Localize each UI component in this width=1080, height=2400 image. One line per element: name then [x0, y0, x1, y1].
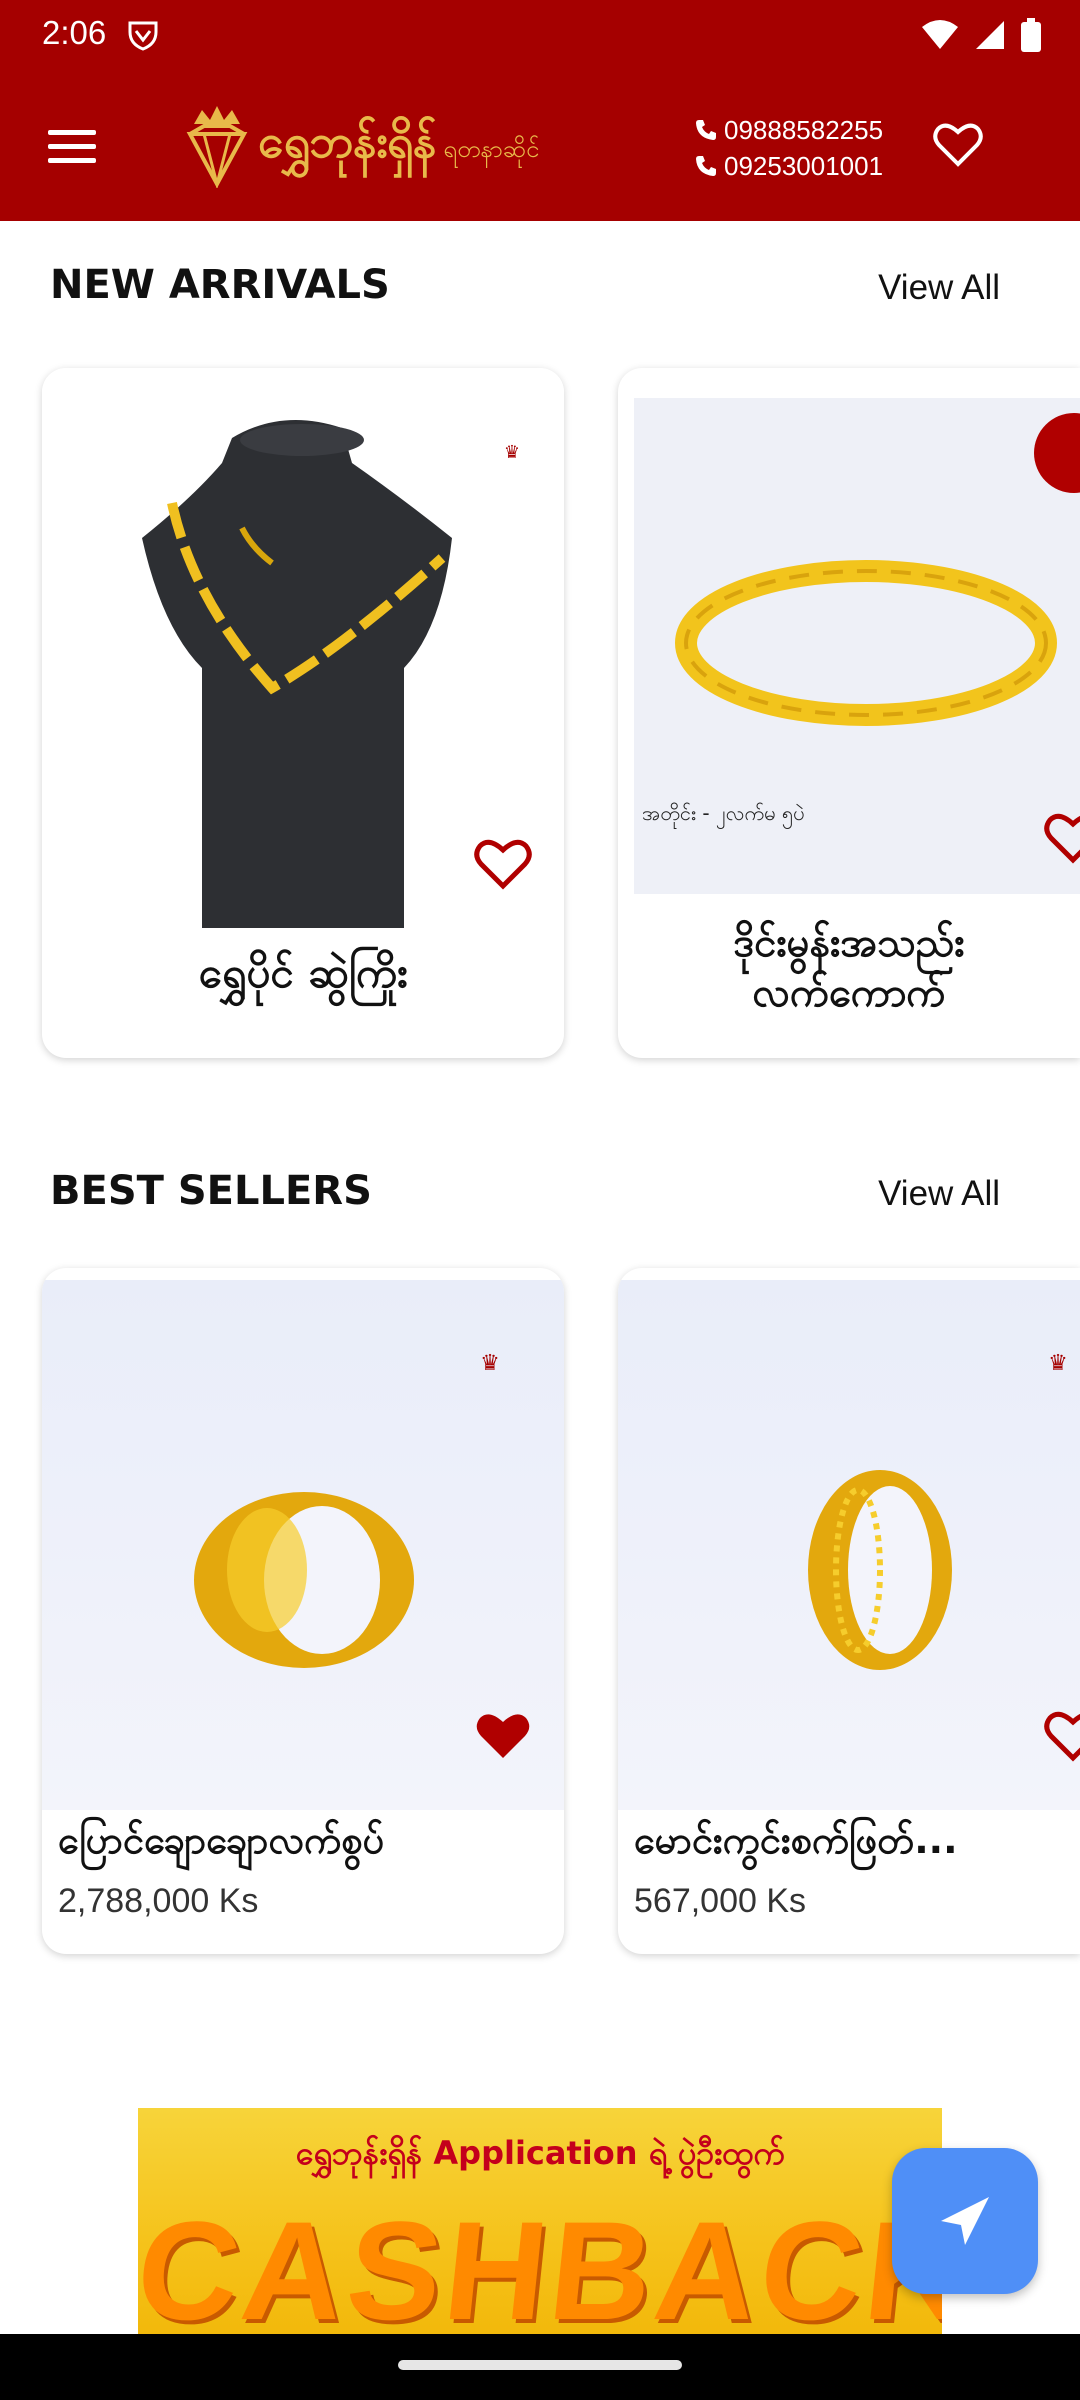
status-bar: 2:06: [0, 0, 1080, 72]
favorite-toggle[interactable]: [472, 1706, 534, 1764]
new-arrivals-title: NEW ARRIVALS: [50, 262, 390, 308]
svg-text:♛: ♛: [480, 1351, 500, 1376]
product-price: 567,000 Ks: [634, 1882, 807, 1920]
heart-outline-icon: [933, 123, 983, 167]
heart-outline-icon: [474, 839, 532, 890]
product-image-ring-patterned: ♛: [618, 1280, 1080, 1810]
product-name: ရွှေပိုင် ဆွဲကြိုး: [198, 948, 408, 997]
favorites-button[interactable]: [932, 118, 984, 170]
cell-signal-icon: [974, 19, 1006, 55]
phone-row-1[interactable]: 09888582255: [694, 112, 883, 148]
heart-filled-icon: [476, 1714, 530, 1758]
product-name: မောင်းကွင်းစက်ဖြတ်...: [634, 1818, 958, 1862]
favorite-toggle[interactable]: [472, 834, 534, 892]
battery-icon: [1020, 18, 1042, 56]
favorite-toggle[interactable]: [1042, 1706, 1080, 1764]
hamburger-icon: [48, 130, 96, 163]
best-sellers-view-all-link[interactable]: View All: [878, 1174, 1000, 1214]
status-icons: [920, 18, 1042, 56]
new-arrivals-view-all-link[interactable]: View All: [878, 268, 1000, 308]
product-size-caption: အတိုင်း - ၂လက်မ ၅ပဲ: [642, 801, 805, 825]
heart-outline-icon: [1044, 813, 1080, 864]
send-fab-button[interactable]: [892, 2148, 1038, 2294]
product-card-best-2[interactable]: ♛ မောင်းကွင်းစက်ဖြတ်... 567,000 Ks: [618, 1268, 1080, 1954]
crown-diamond-icon: [186, 106, 248, 188]
product-card-new-1[interactable]: ♛ ရွှေပိုင် ဆွဲကြိုး: [42, 368, 564, 1058]
favorite-toggle[interactable]: [1042, 808, 1080, 866]
product-name: ပြောင်ချောချောလက်စွပ်: [58, 1818, 385, 1862]
svg-text:♛: ♛: [504, 442, 520, 463]
phone-number-1[interactable]: 09888582255: [724, 112, 883, 148]
product-price: 2,788,000 Ks: [58, 1882, 259, 1920]
promo-banner[interactable]: ရွှေဘုန်းရှိန် Application ရဲ့ ပွဲဦးထွက်…: [138, 2108, 942, 2338]
svg-text:♛: ♛: [1048, 1351, 1068, 1376]
brand-logo: ရွှေဘုန်းရှိန် ရတနာဆိုင်: [186, 100, 576, 192]
navigation-arrow-icon: [941, 2197, 989, 2245]
system-navigation-bar: [0, 2334, 1080, 2400]
banner-headline: CASHBACK: [138, 2192, 942, 2338]
banner-line1: ရွှေဘုန်းရှိန် Application ရဲ့ ပွဲဦးထွက်: [295, 2134, 785, 2172]
phone-row-2[interactable]: 09253001001: [694, 148, 883, 184]
phone-numbers: 09888582255 09253001001: [694, 112, 883, 184]
brand-name: ရွှေဘုန်းရှိန်: [258, 113, 436, 168]
product-card-new-2[interactable]: အတိုင်း - ၂လက်မ ၅ပဲ ဒိုင်းမွန်းအသည်း လက်…: [618, 368, 1080, 1058]
best-sellers-title: BEST SELLERS: [50, 1168, 372, 1214]
heart-outline-icon: [1044, 1711, 1080, 1762]
wifi-icon: [920, 19, 960, 55]
vpn-shield-icon: [126, 18, 160, 56]
product-card-best-1[interactable]: ♛ ပြောင်ချောချောလက်စွပ် 2,788,000 Ks: [42, 1268, 564, 1954]
phone-icon: [696, 120, 716, 140]
menu-button[interactable]: [40, 116, 106, 176]
product-name: ဒိုင်းမွန်းအသည်း လက်ကောက်: [733, 920, 965, 1016]
top-app-bar: 2:06 ရွှေဘုန်းရှိန် ရတနာဆိုင် 0988858225…: [0, 0, 1080, 221]
brand-subtitle: ရတနာဆိုင်: [443, 135, 540, 163]
phone-icon: [696, 156, 716, 176]
status-time: 2:06: [42, 14, 107, 51]
app-header: ရွှေဘုန်းရှိန် ရတနာဆိုင် 09888582255 092…: [0, 72, 1080, 221]
phone-number-2[interactable]: 09253001001: [724, 148, 883, 184]
home-gesture-handle[interactable]: [398, 2360, 682, 2370]
